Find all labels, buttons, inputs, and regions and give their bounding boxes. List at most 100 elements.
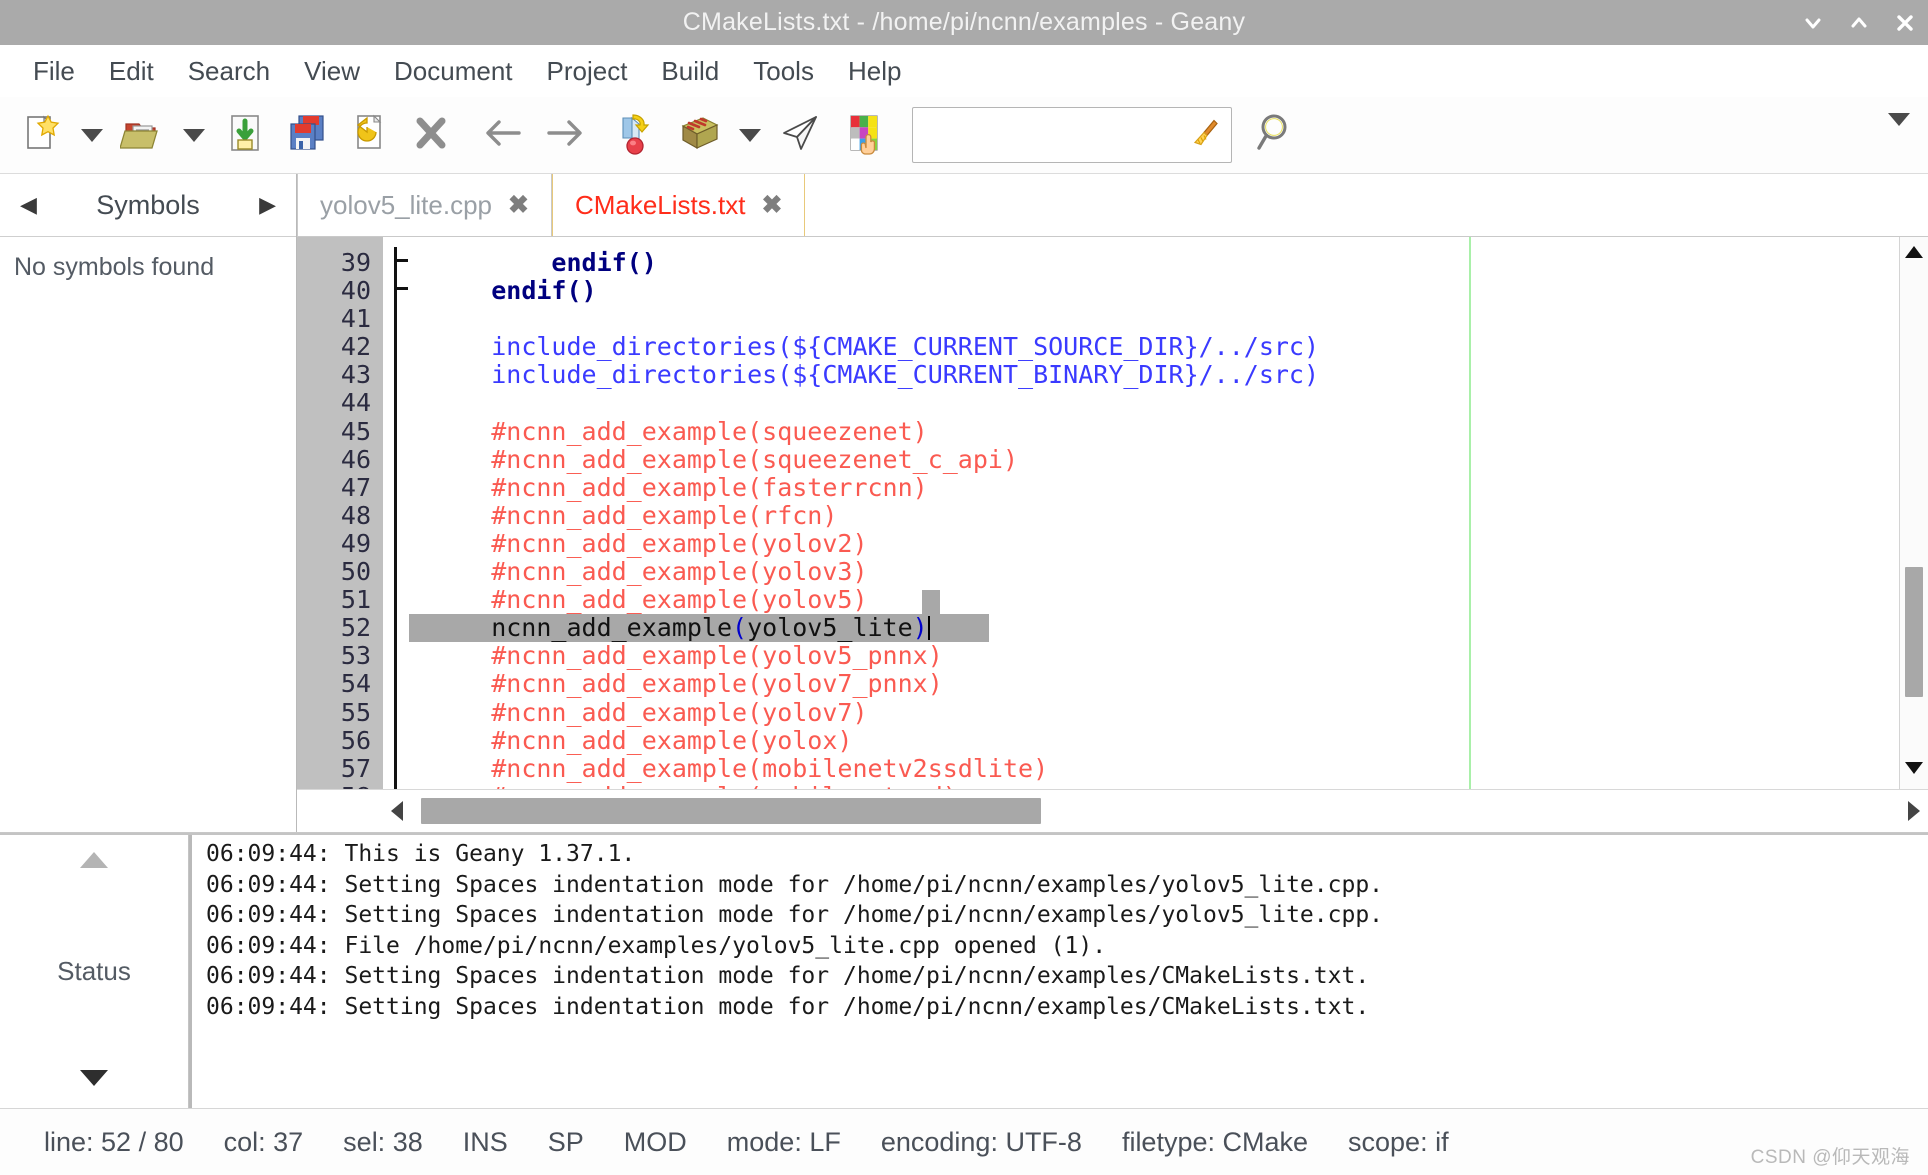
code-line[interactable] xyxy=(409,305,1899,333)
code-line[interactable]: #ncnn_add_example(yolov3) xyxy=(409,558,1899,586)
fold-margin[interactable] xyxy=(383,237,409,789)
code-line[interactable]: #ncnn_add_example(yolov2) xyxy=(409,530,1899,558)
menu-edit[interactable]: Edit xyxy=(92,53,171,90)
arrow-left-icon xyxy=(477,110,529,161)
document-tab-cmakelists-txt[interactable]: CMakeLists.txt ✖ xyxy=(552,174,805,236)
document-tab-close-icon[interactable]: ✖ xyxy=(761,193,782,218)
open-file-dropdown-button[interactable] xyxy=(174,104,214,166)
editor-body[interactable]: 3940414243444546474849505152535455565758… xyxy=(297,237,1928,789)
fold-marker[interactable] xyxy=(394,287,408,290)
code-line[interactable]: #ncnn_add_example(mobilenetv2ssdlite) xyxy=(409,755,1899,783)
build-button[interactable] xyxy=(668,104,730,166)
message-panel: Status 06:09:44: This is Geany 1.37.1.06… xyxy=(0,833,1928,1108)
line-number: 56 xyxy=(297,727,371,755)
arrow-right-icon xyxy=(539,110,591,161)
code-line[interactable]: #ncnn_add_example(squeezenet) xyxy=(409,418,1899,446)
menu-document[interactable]: Document xyxy=(377,53,530,90)
code-line-text: #ncnn_add_example(yolov7) xyxy=(431,698,868,727)
run-button[interactable] xyxy=(770,104,832,166)
line-number: 39 xyxy=(297,249,371,277)
menu-search[interactable]: Search xyxy=(171,53,287,90)
menu-file[interactable]: File xyxy=(16,53,92,90)
revert-button[interactable] xyxy=(338,104,400,166)
code-line[interactable]: endif() xyxy=(409,249,1899,277)
search-box[interactable] xyxy=(912,107,1232,163)
editor-horizontal-scrollbar[interactable] xyxy=(297,789,1928,832)
message-row[interactable]: 06:09:44: Setting Spaces indentation mod… xyxy=(206,992,1928,1023)
sidebar-next-tab-icon[interactable]: ▶ xyxy=(251,190,284,220)
search-input[interactable] xyxy=(913,108,1231,162)
code-line[interactable]: endif() xyxy=(409,277,1899,305)
fold-marker[interactable] xyxy=(394,259,408,262)
document-tab-label: CMakeLists.txt xyxy=(575,190,746,221)
message-row[interactable]: 06:09:44: Setting Spaces indentation mod… xyxy=(206,870,1928,901)
color-chooser-button[interactable] xyxy=(832,104,894,166)
toolbar-overflow-button[interactable] xyxy=(1888,126,1910,144)
message-list[interactable]: 06:09:44: This is Geany 1.37.1.06:09:44:… xyxy=(189,835,1928,1108)
code-line[interactable]: include_directories(${CMAKE_CURRENT_BINA… xyxy=(409,361,1899,389)
code-line[interactable]: #ncnn_add_example(yolov5) xyxy=(409,586,1899,614)
search-icon xyxy=(1252,108,1302,163)
message-panel-label[interactable]: Status xyxy=(57,956,131,987)
editor-vertical-scrollbar[interactable] xyxy=(1899,237,1928,789)
code-line[interactable]: ncnn_add_example(yolov5_lite) xyxy=(409,614,1899,642)
code-line[interactable]: #ncnn_add_example(squeezenet_c_api) xyxy=(409,446,1899,474)
build-dropdown-button[interactable] xyxy=(730,104,770,166)
horizontal-scroll-thumb[interactable] xyxy=(421,798,1041,824)
save-button[interactable] xyxy=(214,104,276,166)
code-line[interactable]: #ncnn_add_example(yolov7_pnnx) xyxy=(409,670,1899,698)
chevron-down-icon xyxy=(739,129,761,142)
code-line[interactable]: #ncnn_add_example(yolov7) xyxy=(409,699,1899,727)
close-icon[interactable] xyxy=(1894,12,1914,34)
document-tab-yolov5-lite-cpp[interactable]: yolov5_lite.cpp ✖ xyxy=(297,174,552,236)
line-number: 42 xyxy=(297,333,371,361)
scroll-right-arrow-icon[interactable] xyxy=(1906,800,1922,827)
compile-button[interactable] xyxy=(606,104,668,166)
maximize-icon[interactable] xyxy=(1848,12,1868,34)
message-scroll-up-icon[interactable] xyxy=(77,849,111,876)
code-line[interactable]: #ncnn_add_example(fasterrcnn) xyxy=(409,474,1899,502)
scroll-down-arrow-icon[interactable] xyxy=(1904,761,1924,775)
new-file-dropdown-button[interactable] xyxy=(72,104,112,166)
code-line-text: #ncnn_add_example(yolov5_pnnx) xyxy=(431,641,943,670)
line-number: 43 xyxy=(297,361,371,389)
menu-tools[interactable]: Tools xyxy=(736,53,831,90)
code-line-text: #ncnn_add_example(mobilenetv2ssdlite) xyxy=(431,754,1048,783)
hscroll-track[interactable] xyxy=(383,790,1928,832)
new-file-button[interactable] xyxy=(10,104,72,166)
chevron-down-icon xyxy=(81,129,103,142)
navigate-back-button[interactable] xyxy=(472,104,534,166)
message-row[interactable]: 06:09:44: Setting Spaces indentation mod… xyxy=(206,961,1928,992)
message-row[interactable]: 06:09:44: This is Geany 1.37.1. xyxy=(206,839,1928,870)
code-text-area[interactable]: endif() endif() include_directories(${CM… xyxy=(409,237,1899,789)
sidebar-prev-tab-icon[interactable]: ◀ xyxy=(12,190,45,220)
scroll-up-arrow-icon[interactable] xyxy=(1904,245,1924,259)
message-row[interactable]: 06:09:44: Setting Spaces indentation mod… xyxy=(206,900,1928,931)
minimize-icon[interactable] xyxy=(1802,12,1822,34)
menu-help[interactable]: Help xyxy=(831,53,918,90)
code-line-text: #ncnn_add_example(fasterrcnn) xyxy=(431,473,928,502)
message-row[interactable]: 06:09:44: File /home/pi/ncnn/examples/yo… xyxy=(206,931,1928,962)
close-x-icon xyxy=(408,110,454,161)
document-tab-close-icon[interactable]: ✖ xyxy=(508,193,529,218)
close-document-button[interactable] xyxy=(400,104,462,166)
code-line[interactable]: #ncnn_add_example(yolox) xyxy=(409,727,1899,755)
search-magnifier-button[interactable] xyxy=(1246,104,1308,166)
code-line[interactable]: #ncnn_add_example(rfcn) xyxy=(409,502,1899,530)
navigate-forward-button[interactable] xyxy=(534,104,596,166)
open-file-button[interactable] xyxy=(112,104,174,166)
sidebar-tab-symbols[interactable]: Symbols xyxy=(96,190,200,221)
code-line[interactable] xyxy=(409,389,1899,417)
menu-project[interactable]: Project xyxy=(530,53,645,90)
vertical-scroll-thumb[interactable] xyxy=(1905,567,1923,697)
save-all-button[interactable] xyxy=(276,104,338,166)
menu-view[interactable]: View xyxy=(287,53,377,90)
code-line[interactable]: #ncnn_add_example(mobilenetssd) xyxy=(409,783,1899,789)
code-line[interactable]: #ncnn_add_example(yolov5_pnnx) xyxy=(409,642,1899,670)
clear-broom-icon[interactable] xyxy=(1189,116,1223,155)
menu-build[interactable]: Build xyxy=(644,53,736,90)
message-scroll-down-icon[interactable] xyxy=(77,1067,111,1094)
status-sel: sel: 38 xyxy=(323,1127,443,1158)
scroll-left-arrow-icon[interactable] xyxy=(389,800,405,827)
code-line[interactable]: include_directories(${CMAKE_CURRENT_SOUR… xyxy=(409,333,1899,361)
